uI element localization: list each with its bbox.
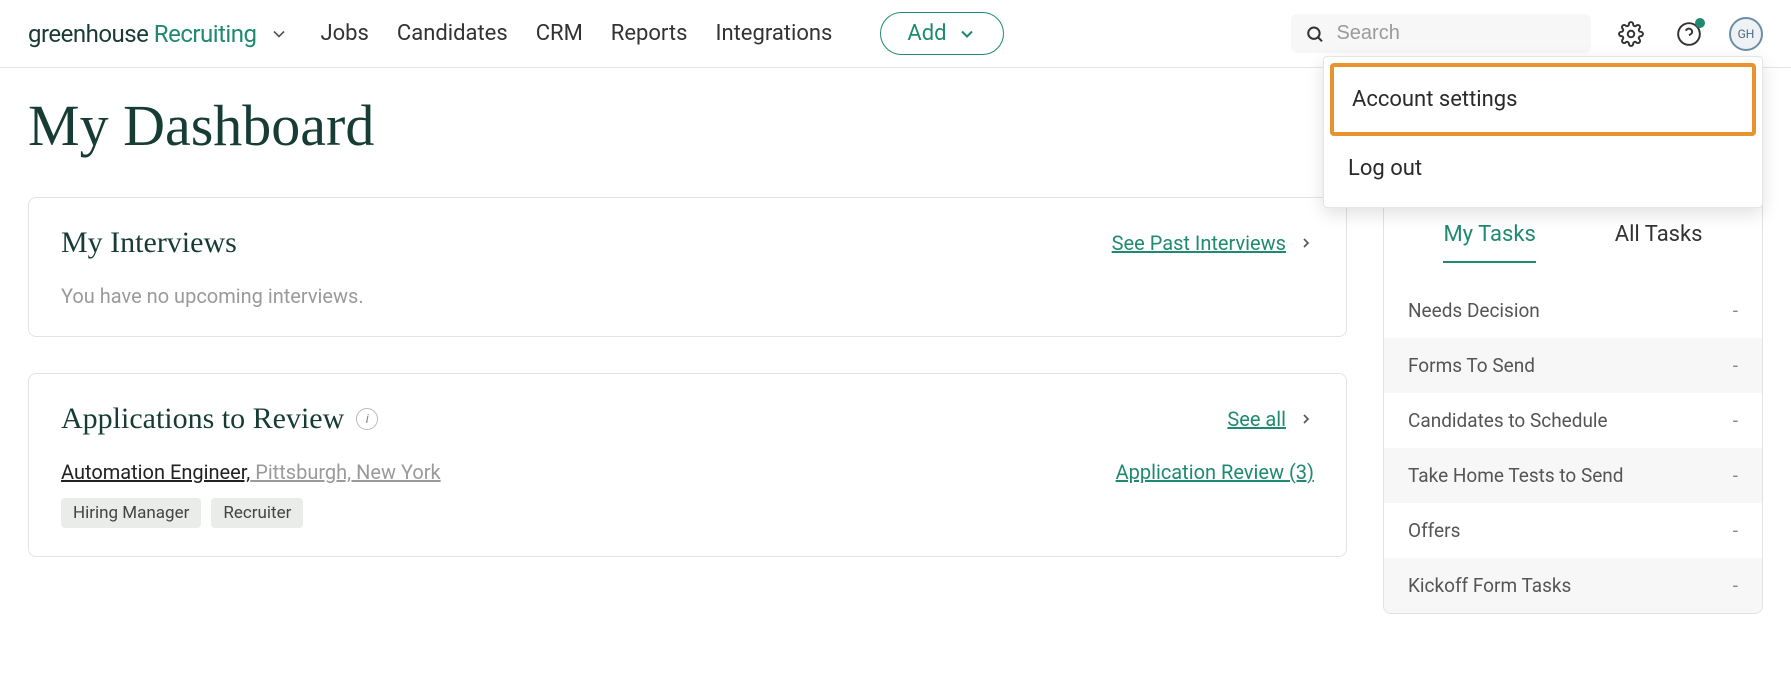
user-dropdown: Account settings Log out <box>1323 56 1763 208</box>
job-line: Automation Engineer, Pittsburgh, New Yor… <box>61 460 441 484</box>
task-value: - <box>1733 409 1738 432</box>
task-row-needs-decision[interactable]: Needs Decision - <box>1384 283 1762 338</box>
dropdown-log-out[interactable]: Log out <box>1330 136 1756 201</box>
tab-all-tasks[interactable]: All Tasks <box>1615 222 1703 263</box>
task-list: Needs Decision - Forms To Send - Candida… <box>1384 283 1762 613</box>
task-label: Take Home Tests to Send <box>1408 464 1624 487</box>
interviews-empty-text: You have no upcoming interviews. <box>61 284 1314 308</box>
primary-nav: Jobs Candidates CRM Reports Integrations <box>321 21 833 46</box>
avatar-button[interactable]: GH <box>1729 17 1763 51</box>
nav-reports[interactable]: Reports <box>611 21 688 46</box>
notification-dot-icon <box>1695 18 1705 28</box>
avatar-initials: GH <box>1738 27 1755 41</box>
nav-candidates[interactable]: Candidates <box>397 21 508 46</box>
chevron-down-icon <box>957 24 977 44</box>
search-icon <box>1305 23 1324 45</box>
brand-logo[interactable]: greenhouse Recruiting <box>28 20 289 48</box>
gear-icon <box>1618 21 1644 47</box>
see-past-interviews-link[interactable]: See Past Interviews <box>1112 231 1314 255</box>
my-interviews-title: My Interviews <box>61 226 237 260</box>
applications-card: Applications to Review i See all Automat… <box>28 373 1347 557</box>
dropdown-account-settings[interactable]: Account settings <box>1330 63 1756 136</box>
task-value: - <box>1733 519 1738 542</box>
add-label: Add <box>907 21 946 46</box>
info-icon[interactable]: i <box>356 408 378 430</box>
see-all-applications-link[interactable]: See all <box>1227 407 1314 431</box>
tag-recruiter: Recruiter <box>211 498 303 528</box>
brand-part2: Recruiting <box>154 20 257 48</box>
brand-part1: greenhouse <box>28 20 154 48</box>
task-value: - <box>1733 464 1738 487</box>
applications-title: Applications to Review <box>61 402 344 436</box>
see-past-label: See Past Interviews <box>1112 231 1286 255</box>
nav-crm[interactable]: CRM <box>536 21 583 46</box>
role-tags: Hiring Manager Recruiter <box>61 498 441 528</box>
tab-my-tasks[interactable]: My Tasks <box>1443 222 1535 263</box>
application-row: Automation Engineer, Pittsburgh, New Yor… <box>61 460 1314 528</box>
task-label: Kickoff Form Tasks <box>1408 574 1571 597</box>
my-interviews-card: My Interviews See Past Interviews You ha… <box>28 197 1347 337</box>
add-button[interactable]: Add <box>880 12 1003 55</box>
task-label: Needs Decision <box>1408 299 1540 322</box>
task-row-kickoff-form[interactable]: Kickoff Form Tasks - <box>1384 558 1762 613</box>
job-title-link[interactable]: Automation Engineer, <box>61 460 250 484</box>
tasks-panel: My Tasks All Tasks Needs Decision - Form… <box>1383 197 1763 614</box>
see-all-label: See all <box>1227 407 1286 431</box>
search-input[interactable] <box>1336 22 1577 45</box>
left-column: My Interviews See Past Interviews You ha… <box>28 197 1347 557</box>
task-label: Candidates to Schedule <box>1408 409 1608 432</box>
nav-jobs[interactable]: Jobs <box>321 21 369 46</box>
task-label: Offers <box>1408 519 1460 542</box>
chevron-right-icon <box>1298 411 1314 427</box>
tag-hiring-manager: Hiring Manager <box>61 498 201 528</box>
job-location-link[interactable]: Pittsburgh, New York <box>250 460 440 484</box>
task-row-take-home-tests[interactable]: Take Home Tests to Send - <box>1384 448 1762 503</box>
help-button[interactable] <box>1671 16 1707 52</box>
task-row-offers[interactable]: Offers - <box>1384 503 1762 558</box>
task-label: Forms To Send <box>1408 354 1535 377</box>
task-value: - <box>1733 354 1738 377</box>
page-body: My Interviews See Past Interviews You ha… <box>0 167 1791 644</box>
nav-integrations[interactable]: Integrations <box>715 21 832 46</box>
search-box[interactable] <box>1291 14 1591 53</box>
task-row-forms-to-send[interactable]: Forms To Send - <box>1384 338 1762 393</box>
task-value: - <box>1733 299 1738 322</box>
task-value: - <box>1733 574 1738 597</box>
application-review-link[interactable]: Application Review (3) <box>1116 460 1314 484</box>
brand-text: greenhouse Recruiting <box>28 20 257 48</box>
task-row-candidates-to-schedule[interactable]: Candidates to Schedule - <box>1384 393 1762 448</box>
settings-button[interactable] <box>1613 16 1649 52</box>
brand-chevron-down-icon[interactable] <box>269 24 289 44</box>
chevron-right-icon <box>1298 235 1314 251</box>
